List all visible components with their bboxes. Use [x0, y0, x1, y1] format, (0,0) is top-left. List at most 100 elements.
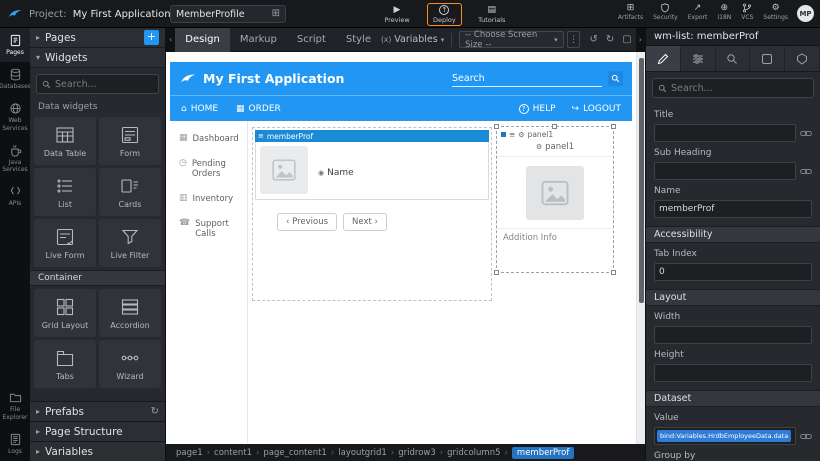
- panel-widget[interactable]: ≡ ⚙ panel1 ⚙ panel1: [496, 126, 614, 273]
- breadcrumb-item-gridrow3[interactable]: gridrow3: [398, 448, 443, 458]
- preview-button[interactable]: ▶ Preview: [380, 5, 414, 24]
- rail-item-logs[interactable]: Logs: [0, 427, 30, 461]
- list-widget-header[interactable]: ≡ memberProf: [255, 130, 489, 142]
- breadcrumb-item-memberprof[interactable]: memberProf: [512, 447, 574, 459]
- nav-logout[interactable]: ↪ LOGOUT: [572, 104, 621, 114]
- panel-settings-icon[interactable]: ⚙: [518, 131, 524, 139]
- page-selector[interactable]: MemberProfile ⊞: [170, 5, 286, 23]
- settings-button[interactable]: ⚙ Settings: [763, 3, 788, 21]
- list-item-template[interactable]: ◉ Name: [255, 142, 489, 200]
- i18n-button[interactable]: ⊕ I18N: [717, 3, 731, 21]
- search-tab[interactable]: [716, 46, 751, 71]
- variables-dropdown[interactable]: (x) Variables ▾: [381, 34, 444, 45]
- resize-handle[interactable]: [494, 124, 499, 129]
- panel-title-bar[interactable]: ⚙ panel1: [497, 140, 613, 157]
- fullscreen-button[interactable]: ▢: [622, 34, 631, 45]
- breadcrumb-item-page-content1[interactable]: page_content1: [263, 448, 334, 458]
- selection-anchor[interactable]: [501, 132, 506, 137]
- tab-index-input[interactable]: [654, 263, 812, 281]
- next-page-button[interactable]: Next ›: [343, 213, 387, 231]
- prefabs-section-header[interactable]: ▸ Prefabs ↻: [30, 401, 165, 421]
- name-input[interactable]: [654, 200, 812, 218]
- list-item-image-placeholder[interactable]: [260, 146, 308, 194]
- widget-search-input[interactable]: [55, 79, 153, 90]
- bind-property-icon[interactable]: [800, 129, 812, 138]
- tutorials-button[interactable]: ▤ Tutorials: [475, 5, 509, 24]
- pages-section-header[interactable]: ▸ Pages +: [30, 28, 165, 48]
- security-button[interactable]: Security: [653, 3, 678, 21]
- dataset-value-input[interactable]: bind:Variables.HrdbEmployeeData.data: [654, 427, 796, 445]
- collapse-left-panel-button[interactable]: ‹: [166, 28, 175, 52]
- widget-tile-wizard[interactable]: Wizard: [99, 340, 161, 388]
- menu-item-support-calls[interactable]: ☎ Support Calls: [170, 212, 247, 247]
- user-avatar[interactable]: MP: [797, 5, 814, 22]
- widget-tile-cards[interactable]: Cards: [99, 168, 161, 216]
- rail-item-java-services[interactable]: Java Services: [0, 138, 30, 179]
- widget-tile-grid-layout[interactable]: Grid Layout: [34, 289, 96, 337]
- dataset-binding-chip[interactable]: bind:Variables.HrdbEmployeeData.data: [657, 430, 791, 442]
- widget-tile-tabs[interactable]: Tabs: [34, 340, 96, 388]
- rail-item-web-services[interactable]: Web Services: [0, 96, 30, 137]
- app-search-icon[interactable]: [608, 71, 623, 86]
- vcs-button[interactable]: VCS: [741, 3, 753, 21]
- widget-search[interactable]: [36, 74, 159, 94]
- widget-tile-live-filter[interactable]: Live Filter: [99, 219, 161, 267]
- app-title[interactable]: My First Application: [203, 71, 446, 86]
- tab-design[interactable]: Design: [175, 28, 230, 52]
- undo-button[interactable]: ↺: [589, 34, 597, 45]
- panel-drag-handle-icon[interactable]: ≡: [509, 130, 515, 139]
- panel-image-placeholder[interactable]: [526, 166, 584, 220]
- tab-style[interactable]: Style: [336, 28, 381, 52]
- refresh-prefabs-icon[interactable]: ↻: [151, 406, 159, 417]
- title-input[interactable]: [654, 124, 796, 142]
- bind-property-icon[interactable]: [800, 167, 812, 176]
- events-tab[interactable]: [785, 46, 820, 71]
- pages-grid-icon[interactable]: ⊞: [272, 9, 280, 19]
- add-page-button[interactable]: +: [144, 30, 159, 45]
- nav-help[interactable]: ? HELP: [519, 104, 556, 114]
- previous-page-button[interactable]: ‹ Previous: [277, 213, 337, 231]
- resize-handle[interactable]: [494, 270, 499, 275]
- canvas-app-header[interactable]: My First Application Search: [170, 62, 632, 95]
- height-input[interactable]: [654, 364, 812, 382]
- menu-item-pending-orders[interactable]: ◷ Pending Orders: [170, 152, 247, 187]
- widget-tile-data-table[interactable]: Data Table: [34, 117, 96, 165]
- tab-script[interactable]: Script: [287, 28, 336, 52]
- bind-property-icon[interactable]: [800, 432, 812, 441]
- variables-section-header[interactable]: ▸ Variables: [30, 441, 165, 461]
- design-canvas[interactable]: My First Application Search ⌂ HOME ▦: [166, 52, 645, 444]
- app-search-field[interactable]: Search: [452, 70, 602, 87]
- rail-item-databases[interactable]: Databases: [0, 62, 30, 96]
- tab-markup[interactable]: Markup: [230, 28, 287, 52]
- nav-order[interactable]: ▦ ORDER: [236, 104, 281, 114]
- scrollbar-thumb[interactable]: [639, 58, 644, 303]
- rail-item-file-explorer[interactable]: File Explorer: [0, 385, 30, 426]
- screen-size-select[interactable]: -- Choose Screen Size -- ▾: [459, 31, 564, 48]
- redo-button[interactable]: ↻: [606, 34, 614, 45]
- widget-tile-accordion[interactable]: Accordion: [99, 289, 161, 337]
- artifacts-button[interactable]: ⊞ Artifacts: [618, 3, 643, 21]
- rail-item-apis[interactable]: APIs: [0, 179, 30, 213]
- rail-item-pages[interactable]: Pages: [0, 28, 30, 62]
- collapse-right-panel-button[interactable]: ›: [636, 28, 645, 52]
- breadcrumb-item-content1[interactable]: content1: [214, 448, 259, 458]
- more-options-button[interactable]: ⋮: [567, 31, 581, 48]
- sub-heading-input[interactable]: [654, 162, 796, 180]
- nav-home[interactable]: ⌂ HOME: [181, 104, 218, 114]
- widgets-section-header[interactable]: ▾ Widgets: [30, 48, 165, 68]
- drag-handle-icon[interactable]: ≡: [258, 132, 264, 140]
- resize-handle[interactable]: [611, 124, 616, 129]
- resize-handle[interactable]: [611, 270, 616, 275]
- breadcrumb-item-page1[interactable]: page1: [176, 448, 210, 458]
- width-input[interactable]: [654, 326, 812, 344]
- menu-item-inventory[interactable]: ▥ Inventory: [170, 187, 247, 212]
- export-button[interactable]: ↗ Export: [688, 3, 708, 21]
- widget-tile-list[interactable]: List: [34, 168, 96, 216]
- list-widget-selection[interactable]: ≡ memberProf ◉ Name: [252, 127, 492, 301]
- widget-tile-form[interactable]: Form: [99, 117, 161, 165]
- styles-tab[interactable]: [681, 46, 716, 71]
- deploy-button[interactable]: ↑ Deploy: [427, 3, 462, 26]
- resize-handle[interactable]: [552, 124, 557, 129]
- properties-tab[interactable]: [646, 46, 681, 71]
- page-structure-section-header[interactable]: ▸ Page Structure: [30, 421, 165, 441]
